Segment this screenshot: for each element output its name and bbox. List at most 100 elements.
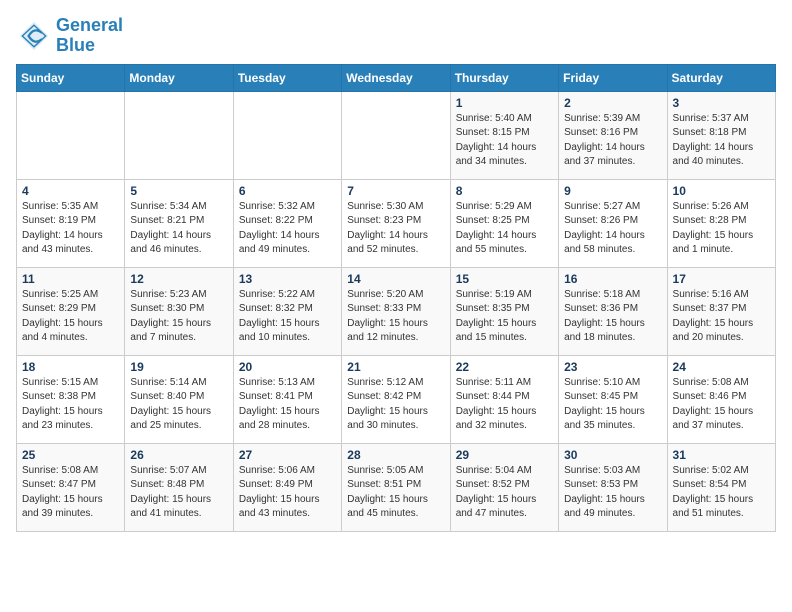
logo-icon bbox=[16, 18, 52, 54]
day-info: Sunrise: 5:34 AMSunset: 8:21 PMDaylight:… bbox=[130, 200, 227, 258]
weekday-header-sunday: Sunday bbox=[17, 64, 125, 91]
calendar-cell: 6 Sunrise: 5:32 AMSunset: 8:22 PMDaylight… bbox=[233, 179, 341, 267]
calendar-cell: 3 Sunrise: 5:37 AMSunset: 8:18 PMDaylight… bbox=[667, 91, 775, 179]
calendar-cell: 1 Sunrise: 5:40 AMSunset: 8:15 PMDaylight… bbox=[450, 91, 558, 179]
calendar-cell: 15 Sunrise: 5:19 AMSunset: 8:35 PMDayligh… bbox=[450, 267, 558, 355]
weekday-header-wednesday: Wednesday bbox=[342, 64, 450, 91]
logo: GeneralBlue bbox=[16, 16, 123, 56]
calendar-cell: 5 Sunrise: 5:34 AMSunset: 8:21 PMDaylight… bbox=[125, 179, 233, 267]
day-number: 21 bbox=[347, 360, 444, 374]
calendar-cell: 13 Sunrise: 5:22 AMSunset: 8:32 PMDayligh… bbox=[233, 267, 341, 355]
day-info: Sunrise: 5:04 AMSunset: 8:52 PMDaylight:… bbox=[456, 464, 553, 522]
day-number: 5 bbox=[130, 184, 227, 198]
day-number: 20 bbox=[239, 360, 336, 374]
calendar-cell: 4 Sunrise: 5:35 AMSunset: 8:19 PMDaylight… bbox=[17, 179, 125, 267]
calendar-cell: 31 Sunrise: 5:02 AMSunset: 8:54 PMDayligh… bbox=[667, 443, 775, 531]
day-number: 15 bbox=[456, 272, 553, 286]
day-info: Sunrise: 5:08 AMSunset: 8:47 PMDaylight:… bbox=[22, 464, 119, 522]
day-info: Sunrise: 5:10 AMSunset: 8:45 PMDaylight:… bbox=[564, 376, 661, 434]
calendar-cell: 26 Sunrise: 5:07 AMSunset: 8:48 PMDayligh… bbox=[125, 443, 233, 531]
calendar-cell: 16Sunrise: 5:18 AMSunset: 8:36 PMDayligh… bbox=[559, 267, 667, 355]
day-info: Sunrise: 5:12 AMSunset: 8:42 PMDaylight:… bbox=[347, 376, 444, 434]
page-header: GeneralBlue bbox=[16, 16, 776, 56]
calendar-cell: 21 Sunrise: 5:12 AMSunset: 8:42 PMDayligh… bbox=[342, 355, 450, 443]
day-number: 22 bbox=[456, 360, 553, 374]
calendar-cell: 12 Sunrise: 5:23 AMSunset: 8:30 PMDayligh… bbox=[125, 267, 233, 355]
day-number: 25 bbox=[22, 448, 119, 462]
weekday-header-friday: Friday bbox=[559, 64, 667, 91]
day-info: Sunrise: 5:20 AMSunset: 8:33 PMDaylight:… bbox=[347, 288, 444, 346]
day-number: 7 bbox=[347, 184, 444, 198]
calendar-cell: 23 Sunrise: 5:10 AMSunset: 8:45 PMDayligh… bbox=[559, 355, 667, 443]
day-info: Sunrise: 5:05 AMSunset: 8:51 PMDaylight:… bbox=[347, 464, 444, 522]
day-number: 12 bbox=[130, 272, 227, 286]
day-info: Sunrise: 5:08 AMSunset: 8:46 PMDaylight:… bbox=[673, 376, 770, 434]
weekday-header-monday: Monday bbox=[125, 64, 233, 91]
day-info: Sunrise: 5:02 AMSunset: 8:54 PMDaylight:… bbox=[673, 464, 770, 522]
day-number: 9 bbox=[564, 184, 661, 198]
calendar-cell bbox=[233, 91, 341, 179]
day-number: 14 bbox=[347, 272, 444, 286]
day-number: 27 bbox=[239, 448, 336, 462]
calendar-cell: 29 Sunrise: 5:04 AMSunset: 8:52 PMDayligh… bbox=[450, 443, 558, 531]
day-number: 26 bbox=[130, 448, 227, 462]
calendar-cell: 22 Sunrise: 5:11 AMSunset: 8:44 PMDayligh… bbox=[450, 355, 558, 443]
calendar-cell bbox=[342, 91, 450, 179]
day-number: 8 bbox=[456, 184, 553, 198]
day-info: Sunrise: 5:30 AMSunset: 8:23 PMDaylight:… bbox=[347, 200, 444, 258]
day-number: 18 bbox=[22, 360, 119, 374]
calendar-cell: 28 Sunrise: 5:05 AMSunset: 8:51 PMDayligh… bbox=[342, 443, 450, 531]
day-info: Sunrise: 5:23 AMSunset: 8:30 PMDaylight:… bbox=[130, 288, 227, 346]
calendar-cell bbox=[125, 91, 233, 179]
day-number: 31 bbox=[673, 448, 770, 462]
calendar-cell: 19Sunrise: 5:14 AMSunset: 8:40 PMDayligh… bbox=[125, 355, 233, 443]
day-number: 30 bbox=[564, 448, 661, 462]
calendar-cell: 18 Sunrise: 5:15 AMSunset: 8:38 PMDayligh… bbox=[17, 355, 125, 443]
day-number: 3 bbox=[673, 96, 770, 110]
calendar-cell: 25 Sunrise: 5:08 AMSunset: 8:47 PMDayligh… bbox=[17, 443, 125, 531]
calendar-cell: 20 Sunrise: 5:13 AMSunset: 8:41 PMDayligh… bbox=[233, 355, 341, 443]
calendar-cell: 9Sunrise: 5:27 AMSunset: 8:26 PMDaylight… bbox=[559, 179, 667, 267]
day-number: 13 bbox=[239, 272, 336, 286]
day-number: 29 bbox=[456, 448, 553, 462]
day-info: Sunrise: 5:22 AMSunset: 8:32 PMDaylight:… bbox=[239, 288, 336, 346]
day-info: Sunrise: 5:11 AMSunset: 8:44 PMDaylight:… bbox=[456, 376, 553, 434]
calendar-cell: 24 Sunrise: 5:08 AMSunset: 8:46 PMDayligh… bbox=[667, 355, 775, 443]
day-info: Sunrise: 5:18 AMSunset: 8:36 PMDaylight:… bbox=[564, 288, 661, 346]
day-info: Sunrise: 5:16 AMSunset: 8:37 PMDaylight:… bbox=[673, 288, 770, 346]
weekday-header-saturday: Saturday bbox=[667, 64, 775, 91]
calendar-cell: 27 Sunrise: 5:06 AMSunset: 8:49 PMDayligh… bbox=[233, 443, 341, 531]
day-number: 10 bbox=[673, 184, 770, 198]
day-info: Sunrise: 5:29 AMSunset: 8:25 PMDaylight:… bbox=[456, 200, 553, 258]
day-info: Sunrise: 5:26 AMSunset: 8:28 PMDaylight:… bbox=[673, 200, 770, 258]
day-number: 6 bbox=[239, 184, 336, 198]
calendar-table: SundayMondayTuesdayWednesdayThursdayFrid… bbox=[16, 64, 776, 532]
day-info: Sunrise: 5:39 AMSunset: 8:16 PMDaylight:… bbox=[564, 112, 661, 170]
calendar-cell: 2 Sunrise: 5:39 AMSunset: 8:16 PMDaylight… bbox=[559, 91, 667, 179]
day-info: Sunrise: 5:15 AMSunset: 8:38 PMDaylight:… bbox=[22, 376, 119, 434]
weekday-header-thursday: Thursday bbox=[450, 64, 558, 91]
day-info: Sunrise: 5:13 AMSunset: 8:41 PMDaylight:… bbox=[239, 376, 336, 434]
day-info: Sunrise: 5:14 AMSunset: 8:40 PMDaylight:… bbox=[130, 376, 227, 434]
day-number: 1 bbox=[456, 96, 553, 110]
day-info: Sunrise: 5:06 AMSunset: 8:49 PMDaylight:… bbox=[239, 464, 336, 522]
weekday-header-tuesday: Tuesday bbox=[233, 64, 341, 91]
day-number: 28 bbox=[347, 448, 444, 462]
calendar-cell: 8 Sunrise: 5:29 AMSunset: 8:25 PMDaylight… bbox=[450, 179, 558, 267]
day-number: 11 bbox=[22, 272, 119, 286]
day-number: 17 bbox=[673, 272, 770, 286]
day-info: Sunrise: 5:19 AMSunset: 8:35 PMDaylight:… bbox=[456, 288, 553, 346]
day-info: Sunrise: 5:35 AMSunset: 8:19 PMDaylight:… bbox=[22, 200, 119, 258]
logo-text: GeneralBlue bbox=[56, 16, 123, 56]
calendar-cell: 30 Sunrise: 5:03 AMSunset: 8:53 PMDayligh… bbox=[559, 443, 667, 531]
calendar-cell: 7 Sunrise: 5:30 AMSunset: 8:23 PMDaylight… bbox=[342, 179, 450, 267]
day-number: 2 bbox=[564, 96, 661, 110]
day-info: Sunrise: 5:32 AMSunset: 8:22 PMDaylight:… bbox=[239, 200, 336, 258]
day-info: Sunrise: 5:07 AMSunset: 8:48 PMDaylight:… bbox=[130, 464, 227, 522]
day-info: Sunrise: 5:37 AMSunset: 8:18 PMDaylight:… bbox=[673, 112, 770, 170]
day-info: Sunrise: 5:03 AMSunset: 8:53 PMDaylight:… bbox=[564, 464, 661, 522]
day-number: 4 bbox=[22, 184, 119, 198]
day-info: Sunrise: 5:40 AMSunset: 8:15 PMDaylight:… bbox=[456, 112, 553, 170]
day-number: 24 bbox=[673, 360, 770, 374]
day-number: 23 bbox=[564, 360, 661, 374]
